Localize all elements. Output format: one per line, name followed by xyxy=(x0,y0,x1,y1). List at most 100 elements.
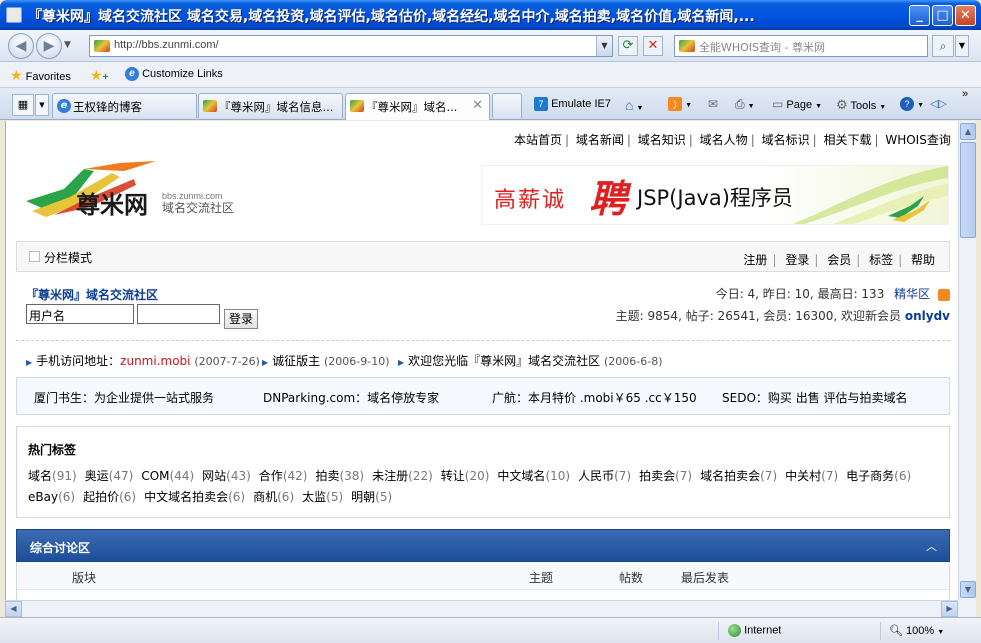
text-ad-link[interactable]: SEDO：购买 出售 评估与拍卖域名 xyxy=(722,389,908,406)
tab-close-icon[interactable]: ✕ xyxy=(472,98,483,113)
text-ad-link[interactable]: DNParking.com：域名停放专家 xyxy=(263,389,439,406)
customize-links-button[interactable]: e Customize Links xyxy=(125,67,223,81)
tag-link[interactable]: 网站(43) xyxy=(202,469,251,483)
tags-link[interactable]: 标签 xyxy=(869,253,893,267)
scroll-up-icon[interactable]: ▲ xyxy=(960,123,976,140)
category-title[interactable]: 综合讨论区 xyxy=(30,539,90,556)
tag-link[interactable]: 转让(20) xyxy=(441,469,490,483)
announcement-date: (2007-7-26) xyxy=(194,355,260,368)
search-options-dropdown-icon[interactable]: ▼ xyxy=(955,35,969,57)
tag-link[interactable]: 太监(5) xyxy=(302,490,343,504)
scroll-thumb[interactable] xyxy=(960,142,976,238)
nav-whois[interactable]: WHOIS查询 xyxy=(885,133,951,147)
register-link[interactable]: 注册 xyxy=(743,253,767,267)
tag-link[interactable]: 中关村(7) xyxy=(785,469,838,483)
search-placeholder[interactable]: 全能WHOIS查询 - 尊米网 xyxy=(699,39,825,55)
vertical-scrollbar[interactable]: ▲ ▼ xyxy=(958,121,976,600)
tag-link[interactable]: 域名拍卖会(7) xyxy=(700,469,777,483)
scroll-left-icon[interactable]: ◀ xyxy=(5,601,22,617)
collapse-icon[interactable]: ︿ xyxy=(926,538,937,554)
login-link[interactable]: 登录 xyxy=(785,253,809,267)
announcement-item[interactable]: ▶ 欢迎您光临『尊米网』域名交流社区 (2006-6-8) xyxy=(398,352,663,369)
tag-link[interactable]: 商机(6) xyxy=(253,490,294,504)
page-menu[interactable]: ▭ Page ▼ xyxy=(772,97,822,111)
username-input[interactable]: 用户名 xyxy=(26,304,134,324)
site-logo[interactable]: 尊米网 bbs.zunmi.com 域名交流社区 xyxy=(24,159,244,221)
members-link[interactable]: 会员 xyxy=(827,253,851,267)
quick-tabs-icon[interactable]: ▦ xyxy=(12,94,34,116)
mail-icon[interactable]: ✉ xyxy=(708,97,718,111)
nav-news[interactable]: 域名新闻 xyxy=(576,133,624,147)
toolbar-overflow-icon[interactable]: » xyxy=(962,88,968,100)
help-icon[interactable]: ? ▼ xyxy=(900,97,924,111)
tag-link[interactable]: 人民币(7) xyxy=(578,469,631,483)
tag-link[interactable]: 明朝(5) xyxy=(351,490,392,504)
password-input[interactable] xyxy=(137,304,220,324)
text-ad-link[interactable]: 厦门书生：为企业提供一站式服务 xyxy=(34,389,214,406)
research-icon[interactable]: ◁▷ xyxy=(930,97,947,110)
tag-link[interactable]: 域名(91) xyxy=(28,469,77,483)
new-tab-button[interactable] xyxy=(492,93,522,118)
feeds-icon[interactable]: ) ▼ xyxy=(668,97,692,111)
rss-icon[interactable] xyxy=(938,288,950,301)
tag-link[interactable]: COM(44) xyxy=(141,469,194,483)
forum-title[interactable]: 『尊米网』域名交流社区 xyxy=(26,286,158,303)
tag-count: (44) xyxy=(169,469,195,483)
zoom-control[interactable]: 🔍︎ 100% ▼ xyxy=(889,624,944,637)
tag-link[interactable]: 电子商务(6) xyxy=(846,469,911,483)
minimize-button[interactable]: _ xyxy=(909,5,930,26)
nav-people[interactable]: 域名人物 xyxy=(700,133,748,147)
tag-link[interactable]: 起拍价(6) xyxy=(83,490,136,504)
split-mode-checkbox[interactable] xyxy=(29,251,40,262)
add-to-favorites-icon[interactable]: ★+ xyxy=(90,67,108,84)
tag-link[interactable]: 拍卖会(7) xyxy=(639,469,692,483)
tag-link[interactable]: 奥运(47) xyxy=(85,469,134,483)
print-icon[interactable]: ⎙ ▼ xyxy=(735,97,755,112)
forward-button[interactable]: ▶ xyxy=(36,33,62,59)
stop-icon[interactable]: ✕ xyxy=(643,36,663,56)
announcement-item[interactable]: ▶ 诚征版主 (2006-9-10) xyxy=(262,352,390,369)
favorites-button[interactable]: ★ Favorites xyxy=(10,67,71,84)
tag-link[interactable]: 拍卖(38) xyxy=(315,469,364,483)
help-link[interactable]: 帮助 xyxy=(911,253,935,267)
horizontal-scrollbar[interactable]: ◀ ▶ xyxy=(5,600,958,617)
tab-domain-info[interactable]: 『尊米网』域名信息... xyxy=(198,93,343,118)
back-button[interactable]: ◀ xyxy=(8,33,34,59)
home-icon[interactable]: ⌂ ▼ xyxy=(625,97,643,113)
tag-name: eBay xyxy=(28,490,59,504)
text-ad-link[interactable]: 广航：本月特价 .mobi￥65 .cc￥150 xyxy=(492,389,697,406)
nav-home[interactable]: 本站首页 xyxy=(514,133,562,147)
tab-list-dropdown-icon[interactable]: ▼ xyxy=(35,94,49,116)
login-button[interactable]: 登录 xyxy=(224,309,258,329)
recent-pages-dropdown-icon[interactable]: ▼ xyxy=(64,40,71,50)
job-banner-ad[interactable]: 高薪诚 聘 JSP(Java)程序员 xyxy=(481,165,949,225)
scroll-down-icon[interactable]: ▼ xyxy=(960,581,976,598)
tools-menu[interactable]: ⚙ Tools ▼ xyxy=(836,97,886,113)
nav-logos[interactable]: 域名标识 xyxy=(762,133,810,147)
close-button[interactable]: ✕ xyxy=(955,5,976,26)
newest-member-link[interactable]: onlydv xyxy=(905,309,950,323)
search-input[interactable]: 全能WHOIS查询 - 尊米网 xyxy=(674,35,928,57)
emulate-ie7-button[interactable]: 7 Emulate IE7 xyxy=(534,97,611,111)
search-icon[interactable]: ⌕ xyxy=(932,35,954,57)
announcement-item[interactable]: ▶ 手机访问地址：zunmi.mobi (2007-7-26) xyxy=(26,352,260,369)
tag-link[interactable]: 中文域名(10) xyxy=(497,469,570,483)
split-mode-label[interactable]: 分栏模式 xyxy=(44,249,92,266)
scroll-right-icon[interactable]: ▶ xyxy=(941,601,958,617)
tag-link[interactable]: eBay(6) xyxy=(28,490,75,504)
tag-link[interactable]: 未注册(22) xyxy=(372,469,433,483)
refresh-icon[interactable]: ⟳ xyxy=(618,36,638,56)
tag-link[interactable]: 中文域名拍卖会(6) xyxy=(144,490,245,504)
tag-link[interactable]: 合作(42) xyxy=(259,469,308,483)
address-bar[interactable]: http://bbs.zunmi.com/ ▼ xyxy=(89,35,613,57)
address-url[interactable]: http://bbs.zunmi.com/ xyxy=(114,39,219,51)
tab-blog[interactable]: e 王权锋的博客 xyxy=(52,93,197,118)
digest-link[interactable]: 精华区 xyxy=(894,287,930,301)
address-dropdown-icon[interactable]: ▼ xyxy=(596,36,612,56)
nav-knowledge[interactable]: 域名知识 xyxy=(638,133,686,147)
tag-name: 拍卖 xyxy=(315,469,340,483)
nav-downloads[interactable]: 相关下载 xyxy=(823,133,871,147)
security-zone[interactable]: Internet xyxy=(728,624,781,637)
tab-forum[interactable]: 『尊米网』域名... ✕ xyxy=(345,93,490,120)
maximize-button[interactable]: □ xyxy=(932,5,953,26)
